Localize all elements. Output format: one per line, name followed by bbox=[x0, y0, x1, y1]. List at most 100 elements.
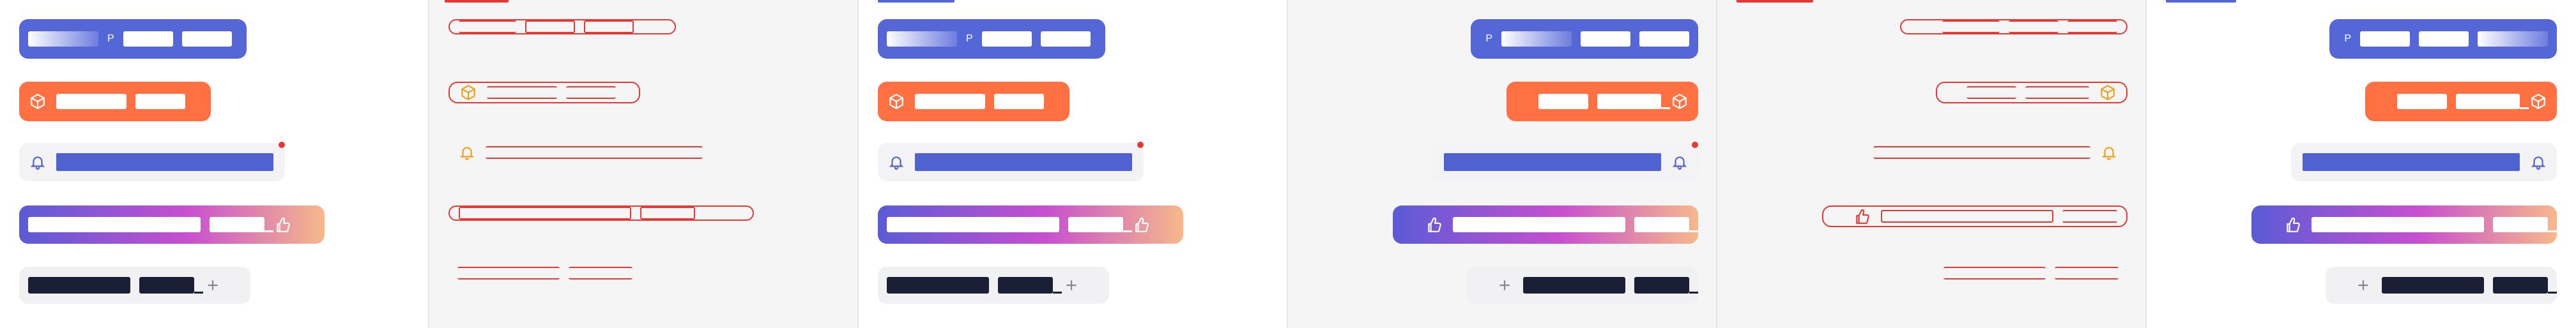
label-placeholder bbox=[640, 207, 695, 220]
plus-icon[interactable] bbox=[203, 276, 222, 295]
bell-icon bbox=[457, 143, 477, 162]
notification-row-ghost[interactable] bbox=[448, 143, 714, 162]
mini-label: P bbox=[1485, 33, 1492, 44]
notification-row[interactable] bbox=[2291, 143, 2557, 181]
cube-icon bbox=[459, 83, 478, 102]
top-marker bbox=[878, 0, 954, 3]
label-placeholder bbox=[584, 20, 634, 33]
variant-panel-ltr-1: P bbox=[0, 0, 429, 328]
label-placeholder bbox=[1634, 277, 1698, 294]
label-placeholder bbox=[1068, 217, 1132, 232]
gradient-like-button[interactable] bbox=[19, 205, 325, 244]
blue-pill-button-ghost[interactable] bbox=[1900, 19, 2128, 34]
label-placeholder bbox=[2397, 94, 2447, 109]
add-row[interactable] bbox=[878, 267, 1109, 304]
label-placeholder bbox=[569, 267, 632, 280]
plus-icon[interactable] bbox=[1495, 276, 1514, 295]
blue-pill-button[interactable]: P bbox=[19, 19, 247, 59]
label-placeholder bbox=[2062, 210, 2117, 223]
add-row[interactable] bbox=[1467, 267, 1698, 304]
label-placeholder bbox=[1942, 20, 2000, 33]
label-placeholder bbox=[1444, 153, 1661, 171]
top-marker bbox=[1736, 0, 1813, 3]
orange-pill-button-ghost[interactable] bbox=[448, 82, 640, 103]
notification-row[interactable] bbox=[878, 143, 1144, 181]
label-placeholder bbox=[28, 277, 130, 294]
label-placeholder bbox=[1634, 217, 1698, 232]
notification-row-ghost[interactable] bbox=[1862, 143, 2128, 162]
label-placeholder bbox=[487, 86, 557, 99]
gradient-like-button[interactable] bbox=[1393, 205, 1698, 244]
add-row-ghost[interactable] bbox=[448, 267, 680, 280]
label-placeholder bbox=[1966, 86, 2016, 99]
bell-icon bbox=[1670, 153, 1689, 172]
variant-panel-rtl-glitch bbox=[1717, 0, 2147, 328]
bell-icon bbox=[2099, 143, 2119, 162]
label-placeholder bbox=[915, 153, 1132, 171]
label-placeholder bbox=[1040, 31, 1091, 47]
label-placeholder bbox=[2025, 86, 2089, 99]
label-placeholder bbox=[887, 217, 1059, 232]
label-placeholder bbox=[2419, 31, 2469, 47]
notification-row[interactable] bbox=[1432, 143, 1698, 181]
orange-pill-button[interactable] bbox=[2365, 82, 2557, 121]
blue-pill-button-ghost[interactable] bbox=[448, 19, 676, 34]
label-placeholder bbox=[1453, 217, 1625, 232]
notification-row[interactable] bbox=[19, 143, 285, 181]
gradient-like-button-ghost[interactable] bbox=[448, 205, 754, 221]
bell-icon bbox=[28, 153, 47, 172]
label-placeholder bbox=[887, 31, 957, 47]
mini-label: P bbox=[966, 33, 973, 44]
cube-icon bbox=[2098, 83, 2117, 102]
screenshot-stage: P P P P bbox=[0, 0, 2576, 328]
label-placeholder bbox=[459, 20, 516, 33]
label-placeholder bbox=[123, 31, 173, 47]
label-placeholder bbox=[2312, 217, 2484, 232]
label-placeholder bbox=[56, 94, 126, 109]
plus-icon[interactable] bbox=[2354, 276, 2373, 295]
label-placeholder bbox=[486, 146, 703, 159]
thumbs-up-icon bbox=[1853, 207, 1872, 226]
variant-panel-ltr-glitch bbox=[429, 0, 859, 328]
notification-dot bbox=[279, 142, 285, 148]
gradient-like-button[interactable] bbox=[2251, 205, 2557, 244]
orange-pill-button[interactable] bbox=[1506, 82, 1698, 121]
bell-icon bbox=[887, 153, 906, 172]
add-row-ghost[interactable] bbox=[1896, 267, 2128, 280]
variant-panel-rtl-1: P bbox=[1288, 0, 1717, 328]
add-row[interactable] bbox=[19, 267, 250, 304]
label-placeholder bbox=[210, 217, 273, 232]
gradient-like-button[interactable] bbox=[878, 205, 1183, 244]
variant-panel-rtl-2: P bbox=[2147, 0, 2576, 328]
thumbs-up-icon bbox=[273, 215, 293, 234]
label-placeholder bbox=[1881, 210, 2053, 223]
label-placeholder bbox=[1501, 31, 1572, 47]
gradient-like-button-ghost[interactable] bbox=[1822, 205, 2128, 227]
orange-pill-button[interactable] bbox=[878, 82, 1070, 121]
label-placeholder bbox=[1581, 31, 1630, 47]
mini-label: P bbox=[2344, 33, 2351, 44]
label-placeholder bbox=[56, 153, 273, 171]
add-row[interactable] bbox=[2326, 267, 2557, 304]
label-placeholder bbox=[2009, 20, 2058, 33]
label-placeholder bbox=[2493, 277, 2557, 294]
blue-pill-button[interactable]: P bbox=[2329, 19, 2557, 59]
label-placeholder bbox=[2055, 267, 2119, 280]
orange-pill-button[interactable] bbox=[19, 82, 211, 121]
bell-icon bbox=[2529, 153, 2548, 172]
top-marker bbox=[445, 0, 509, 3]
thumbs-up-icon bbox=[2283, 215, 2303, 234]
blue-pill-button[interactable]: P bbox=[878, 19, 1105, 59]
label-placeholder bbox=[139, 277, 203, 294]
orange-pill-button-ghost[interactable] bbox=[1936, 82, 2128, 103]
label-placeholder bbox=[2493, 217, 2557, 232]
label-placeholder bbox=[2067, 20, 2117, 33]
plus-icon[interactable] bbox=[1062, 276, 1081, 295]
notification-dot bbox=[1137, 142, 1144, 148]
label-placeholder bbox=[981, 31, 1032, 47]
blue-pill-button[interactable]: P bbox=[1471, 19, 1698, 59]
label-placeholder bbox=[2360, 31, 2410, 47]
label-placeholder bbox=[28, 31, 98, 47]
label-placeholder bbox=[2478, 31, 2548, 47]
top-marker bbox=[2166, 0, 2236, 3]
